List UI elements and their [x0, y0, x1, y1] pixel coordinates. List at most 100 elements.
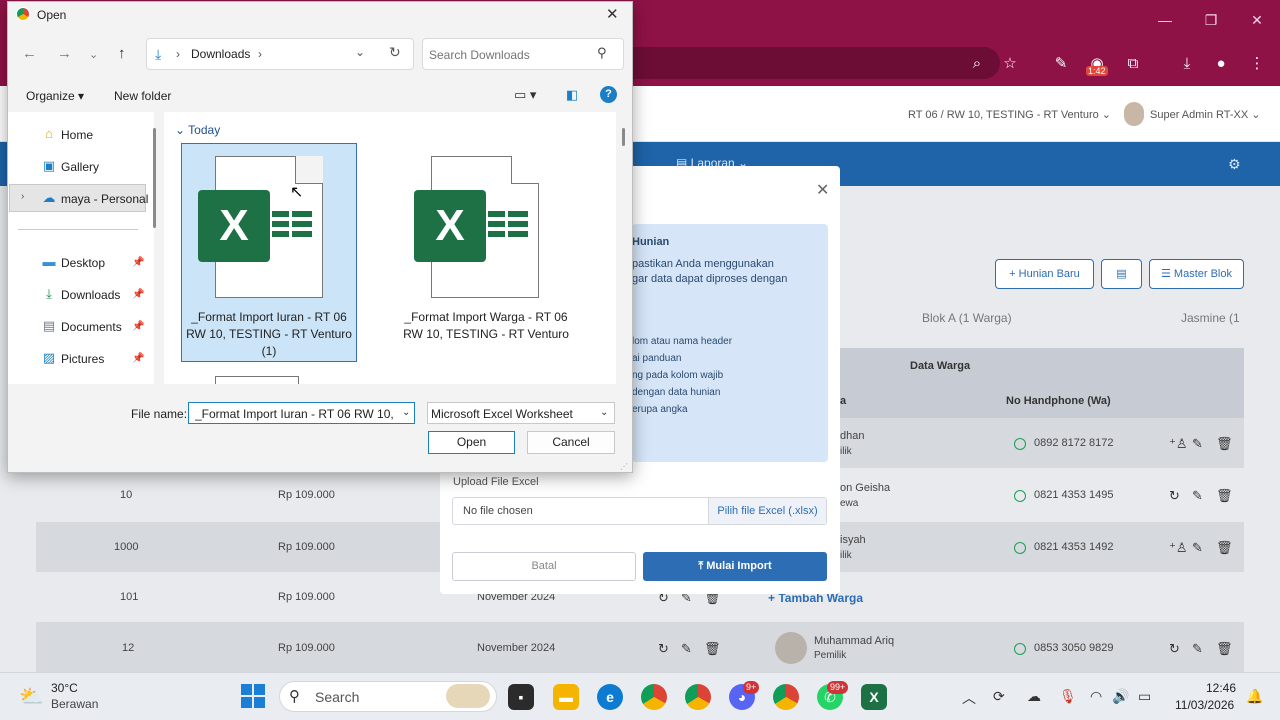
weather-temperature[interactable]: 30°C [51, 681, 78, 695]
downloads-icon[interactable]: ⤓ [1176, 54, 1198, 74]
recent-dropdown-icon[interactable]: ⌄ [89, 48, 98, 61]
organize-menu[interactable]: Organize ▾ [26, 89, 84, 103]
history-icon[interactable]: ↻ [1169, 641, 1180, 657]
history-icon[interactable]: ↻ [658, 641, 669, 657]
delete-icon[interactable]: 🗑 [1216, 488, 1233, 504]
group-header-today[interactable]: ⌄ Today [175, 123, 220, 137]
window-close-icon[interactable]: ✕ [1242, 8, 1272, 32]
view-mode-icon[interactable]: ▭ ▾ [514, 87, 536, 103]
history-icon[interactable]: ↻ [1169, 488, 1180, 504]
nav-item-home[interactable]: Home [61, 128, 93, 142]
delete-icon[interactable]: 🗑 [1216, 641, 1233, 657]
chevron-down-icon[interactable]: ⌄ [402, 407, 410, 418]
profile-avatar-icon[interactable]: ● [1210, 54, 1232, 74]
weather-description[interactable]: Berawan [51, 697, 98, 711]
whatsapp-badge: 99+ [827, 681, 849, 694]
admin-name[interactable]: Super Admin RT-XX ⌄ [1150, 108, 1261, 121]
file-scrollbar[interactable] [622, 128, 625, 146]
nav-item-onedrive[interactable]: maya - Personal [61, 192, 148, 206]
wifi-icon[interactable]: ◠ [1090, 688, 1102, 705]
resize-grip-icon[interactable]: ⋰ [620, 462, 628, 471]
add-user-icon[interactable]: ⁺♙ [1169, 436, 1188, 452]
help-icon[interactable]: ? [600, 86, 617, 103]
taskview-icon[interactable]: ▪ [508, 684, 534, 710]
restore-icon[interactable]: ❐ [1196, 8, 1226, 32]
file-explorer-icon[interactable]: ▬ [553, 684, 579, 710]
search-icon[interactable]: ⚲ [597, 45, 607, 61]
nav-item-pictures[interactable]: Pictures [61, 352, 104, 366]
edit-icon[interactable]: ✎ [1192, 436, 1203, 452]
hunian-baru-button[interactable]: + Hunian Baru [995, 259, 1094, 289]
cloud-icon[interactable]: ☁ [1027, 688, 1041, 705]
chrome-profile-icon[interactable] [685, 684, 711, 710]
chevron-down-icon[interactable]: ⌄ [600, 407, 608, 418]
refresh-icon[interactable]: ↻ [389, 44, 401, 61]
master-blok-button[interactable]: ☰ Master Blok [1149, 259, 1244, 289]
microphone-icon[interactable]: 🎙 [1059, 688, 1077, 705]
chevron-up-icon[interactable]: ︿ [962, 688, 976, 708]
chevron-down-icon[interactable]: ⌄ [355, 45, 365, 59]
add-user-icon[interactable]: ⁺♙ [1169, 540, 1188, 556]
batal-button[interactable]: Batal [452, 552, 636, 581]
nav-scrollbar[interactable] [153, 128, 156, 228]
bookmark-star-icon[interactable]: ☆ [999, 54, 1021, 74]
clock-date[interactable]: 11/03/2026 [1175, 698, 1234, 712]
delete-icon[interactable]: 🗑 [1216, 436, 1233, 452]
tab-blok-a[interactable]: Blok A (1 Warga) [922, 311, 1012, 325]
forward-arrow-icon[interactable]: → [57, 45, 72, 62]
edit-icon[interactable]: ✎ [1192, 488, 1203, 504]
back-arrow-icon[interactable]: ← [22, 45, 37, 62]
extensions-puzzle-icon[interactable]: ⧉ [1122, 54, 1144, 74]
nav-item-desktop[interactable]: Desktop [61, 256, 105, 270]
document-button[interactable]: ▤ [1101, 259, 1142, 289]
mulai-import-button[interactable]: ⤒ Mulai Import [643, 552, 827, 581]
dialog-close-icon[interactable]: ✕ [606, 5, 619, 23]
address-path[interactable] [146, 38, 414, 70]
open-button[interactable]: Open [428, 431, 515, 454]
new-folder-button[interactable]: New folder [114, 89, 171, 103]
preview-pane-icon[interactable]: ◧ [566, 87, 578, 103]
windows-start-icon[interactable] [241, 684, 265, 708]
expand-chevron-icon[interactable]: › [21, 191, 24, 202]
excel-icon[interactable]: X [861, 684, 887, 710]
chevron-right-icon[interactable]: › [258, 47, 262, 61]
tab-jasmine[interactable]: Jasmine (1 [1181, 311, 1240, 325]
notifications-icon[interactable]: 🔔 [1246, 688, 1263, 705]
file-item-partial[interactable] [215, 376, 299, 384]
pin-icon[interactable]: 📌 [132, 353, 144, 364]
sync-icon[interactable]: ⟳ [993, 688, 1005, 705]
settings-gear-icon[interactable]: ⚙ [1228, 156, 1241, 173]
file-name-input[interactable] [195, 407, 397, 421]
search-input[interactable] [429, 48, 589, 62]
edge-icon[interactable]: e [597, 684, 623, 710]
volume-icon[interactable]: 🔊 [1112, 688, 1129, 705]
battery-icon[interactable]: ▭ [1138, 688, 1151, 705]
clock-time[interactable]: 12:46 [1206, 681, 1236, 695]
edit-icon[interactable]: ✎ [681, 641, 692, 657]
delete-icon[interactable]: 🗑 [1216, 540, 1233, 556]
chrome-icon[interactable] [641, 684, 667, 710]
pin-icon[interactable]: 📌 [132, 289, 144, 300]
minimize-icon[interactable]: — [1150, 8, 1180, 32]
pick-file-button[interactable]: Pilih file Excel (.xlsx) [708, 498, 826, 524]
weather-cloud-icon[interactable]: ⛅ [19, 684, 44, 709]
nav-item-gallery[interactable]: Gallery [61, 160, 99, 174]
zoom-icon[interactable]: ⌕ [966, 54, 988, 74]
nav-item-documents[interactable]: Documents [61, 320, 122, 334]
chevron-right-icon[interactable]: › [176, 47, 180, 61]
cancel-button[interactable]: Cancel [527, 431, 615, 454]
rt-selector[interactable]: RT 06 / RW 10, TESTING - RT Venturo ⌄ [908, 108, 1111, 121]
extension-feather-icon[interactable]: ✎ [1050, 54, 1072, 74]
edit-icon[interactable]: ✎ [1192, 641, 1203, 657]
modal-close-icon[interactable]: ✕ [816, 180, 829, 200]
avatar[interactable] [1124, 102, 1144, 126]
pin-icon[interactable]: 📌 [132, 321, 144, 332]
nav-item-downloads[interactable]: Downloads [61, 288, 120, 302]
edit-icon[interactable]: ✎ [1192, 540, 1203, 556]
browser-menu-icon[interactable]: ⋮ [1246, 54, 1268, 74]
path-segment[interactable]: Downloads [191, 47, 250, 61]
delete-icon[interactable]: 🗑 [704, 641, 721, 657]
pin-icon[interactable]: 📌 [132, 257, 144, 268]
up-arrow-icon[interactable]: ↑ [118, 45, 126, 62]
chrome-alt-icon[interactable] [773, 684, 799, 710]
